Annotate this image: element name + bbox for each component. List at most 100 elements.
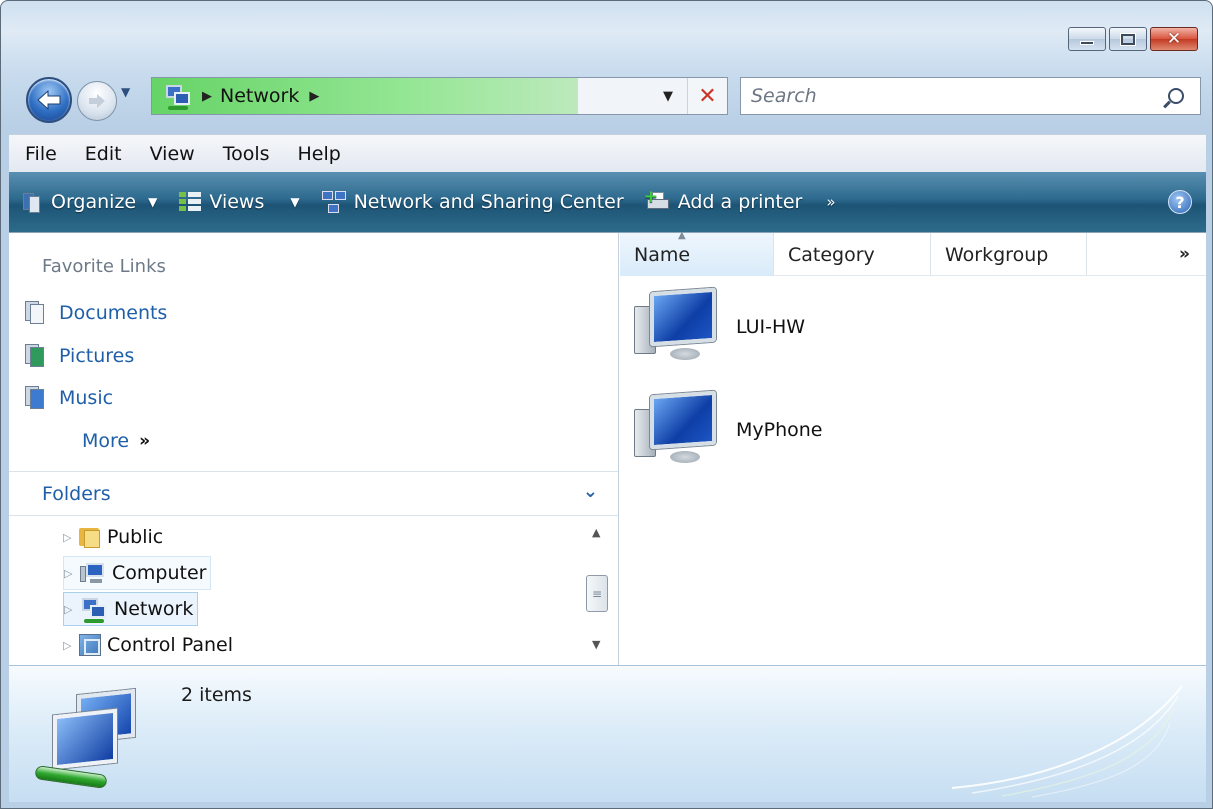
more-label: More — [82, 430, 130, 452]
stop-icon: ✕ — [698, 83, 717, 109]
views-button[interactable]: Views ▼ — [179, 191, 300, 213]
column-label: Workgroup — [945, 243, 1049, 266]
menu-tools[interactable]: Tools — [223, 143, 270, 165]
list-item[interactable]: LUI-HW — [634, 287, 805, 366]
address-history-dropdown[interactable]: ▼ — [649, 89, 687, 104]
network-sharing-label: Network and Sharing Center — [353, 191, 624, 213]
pictures-icon — [25, 344, 45, 368]
chevron-down-icon[interactable]: ⌄ — [583, 481, 598, 502]
forward-arrow-icon — [89, 94, 105, 108]
search-icon[interactable] — [1168, 88, 1184, 104]
expand-arrow-icon[interactable]: ▷ — [63, 639, 73, 652]
views-label: Views — [209, 191, 265, 213]
address-bar[interactable]: ▶ Network ▶ ▼ ✕ — [151, 77, 728, 115]
maximize-button[interactable] — [1109, 27, 1147, 51]
search-placeholder: Search — [751, 85, 817, 107]
menu-edit[interactable]: Edit — [85, 143, 122, 165]
menu-help[interactable]: Help — [298, 143, 341, 165]
computer-icon — [80, 562, 106, 584]
tree-item-public[interactable]: ▷ Public — [63, 520, 163, 554]
network-sharing-center-button[interactable]: Network and Sharing Center — [321, 191, 624, 213]
stop-button[interactable]: ✕ — [687, 78, 727, 114]
organize-icon — [21, 191, 43, 213]
close-button[interactable]: ✕ — [1150, 27, 1198, 51]
minimize-button[interactable] — [1068, 27, 1106, 51]
favorite-pictures[interactable]: Pictures — [25, 344, 134, 368]
scroll-up-icon[interactable]: ▲ — [592, 526, 600, 539]
folder-icon — [79, 526, 101, 548]
breadcrumb-separator-end[interactable]: ▶ — [309, 89, 319, 104]
expand-arrow-icon[interactable]: ▷ — [64, 567, 74, 580]
tree-item-network[interactable]: ▷ Network — [63, 592, 199, 626]
favorite-music[interactable]: Music — [25, 386, 113, 410]
tree-item-label: Control Panel — [107, 634, 233, 656]
expand-arrow-icon[interactable]: ▷ — [63, 531, 73, 544]
favorite-documents[interactable]: Documents — [25, 301, 167, 325]
back-arrow-icon — [37, 89, 61, 111]
tree-item-label: Public — [107, 526, 164, 548]
item-count: 2 items — [181, 684, 252, 706]
column-header-category[interactable]: Category — [774, 233, 931, 276]
control-panel-icon — [79, 634, 101, 656]
list-item[interactable]: MyPhone — [634, 390, 823, 469]
music-icon — [25, 386, 45, 410]
favorite-label: Documents — [59, 302, 168, 324]
network-icon — [80, 595, 108, 623]
recent-pages-dropdown[interactable]: ▼ — [121, 85, 130, 99]
favorite-links-title: Favorite Links — [42, 256, 166, 277]
help-icon[interactable]: ? — [1168, 190, 1192, 214]
more-favorites-link[interactable]: More » — [82, 430, 150, 452]
search-input[interactable]: Search — [740, 77, 1201, 115]
views-icon — [179, 192, 202, 212]
printer-icon: + — [644, 187, 670, 213]
sort-ascending-icon: ▲ — [678, 230, 686, 241]
documents-icon — [25, 301, 45, 325]
close-icon: ✕ — [1166, 29, 1182, 49]
network-sharing-icon — [321, 191, 346, 213]
column-label: Category — [788, 243, 875, 266]
forward-button[interactable] — [77, 81, 117, 121]
network-icon — [33, 688, 153, 790]
organize-label: Organize — [51, 191, 137, 213]
tree-item-computer[interactable]: ▷ Computer — [63, 556, 212, 590]
breadcrumb-network[interactable]: Network — [220, 85, 299, 107]
navigation-pane: Favorite Links Documents Pictures Music … — [9, 233, 619, 666]
tree-item-control-panel[interactable]: ▷ Control Panel — [63, 628, 233, 662]
scroll-thumb[interactable]: ≡ — [586, 575, 608, 612]
favorite-label: Pictures — [59, 345, 135, 367]
menu-file[interactable]: File — [25, 143, 57, 165]
chevron-down-icon: ▼ — [290, 195, 300, 209]
menu-bar: File Edit View Tools Help — [9, 134, 1206, 172]
tree-item-label: Network — [114, 598, 194, 620]
explorer-window: ✕ ▼ ▶ Network ▶ ▼ ✕ Search File Edit Vie… — [0, 0, 1213, 809]
column-header-name[interactable]: ▲ Name — [620, 230, 774, 276]
expand-arrow-icon[interactable]: ▷ — [64, 603, 74, 616]
add-printer-label: Add a printer — [677, 191, 803, 213]
computer-icon — [634, 390, 722, 469]
column-label: Name — [634, 243, 691, 266]
organize-button[interactable]: Organize ▼ — [21, 191, 157, 213]
maximize-icon — [1121, 33, 1135, 45]
command-bar: Organize ▼ Views ▼ Network and Sharing C… — [9, 172, 1206, 232]
back-button[interactable] — [26, 77, 72, 123]
more-commands-button[interactable]: » — [826, 193, 835, 211]
folders-header[interactable]: Folders ⌄ — [9, 471, 618, 516]
menu-view[interactable]: View — [150, 143, 195, 165]
breadcrumb-separator[interactable]: ▶ — [202, 89, 212, 104]
folders-scrollbar[interactable]: ▲ ≡ ▼ — [583, 520, 613, 665]
computer-icon — [634, 287, 722, 366]
address-progress-fill: ▶ Network ▶ — [152, 78, 578, 114]
more-columns-button[interactable]: » — [1087, 233, 1206, 275]
details-pane: 2 items — [9, 665, 1206, 802]
column-header-row: ▲ Name Category Workgroup » — [620, 230, 1206, 276]
decorative-swoosh — [951, 685, 1183, 798]
caption-buttons: ✕ — [1068, 27, 1198, 51]
content-area: Favorite Links Documents Pictures Music … — [9, 230, 1206, 666]
column-header-workgroup[interactable]: Workgroup — [931, 233, 1087, 276]
minimize-icon — [1080, 41, 1094, 45]
scroll-down-icon[interactable]: ▼ — [592, 638, 600, 651]
add-printer-button[interactable]: + Add a printer — [644, 187, 803, 213]
chevron-down-icon: ▼ — [148, 195, 158, 209]
tree-item-label: Computer — [112, 562, 207, 584]
file-list-pane: ▲ Name Category Workgroup » LUI-HW MyPho… — [620, 230, 1206, 666]
